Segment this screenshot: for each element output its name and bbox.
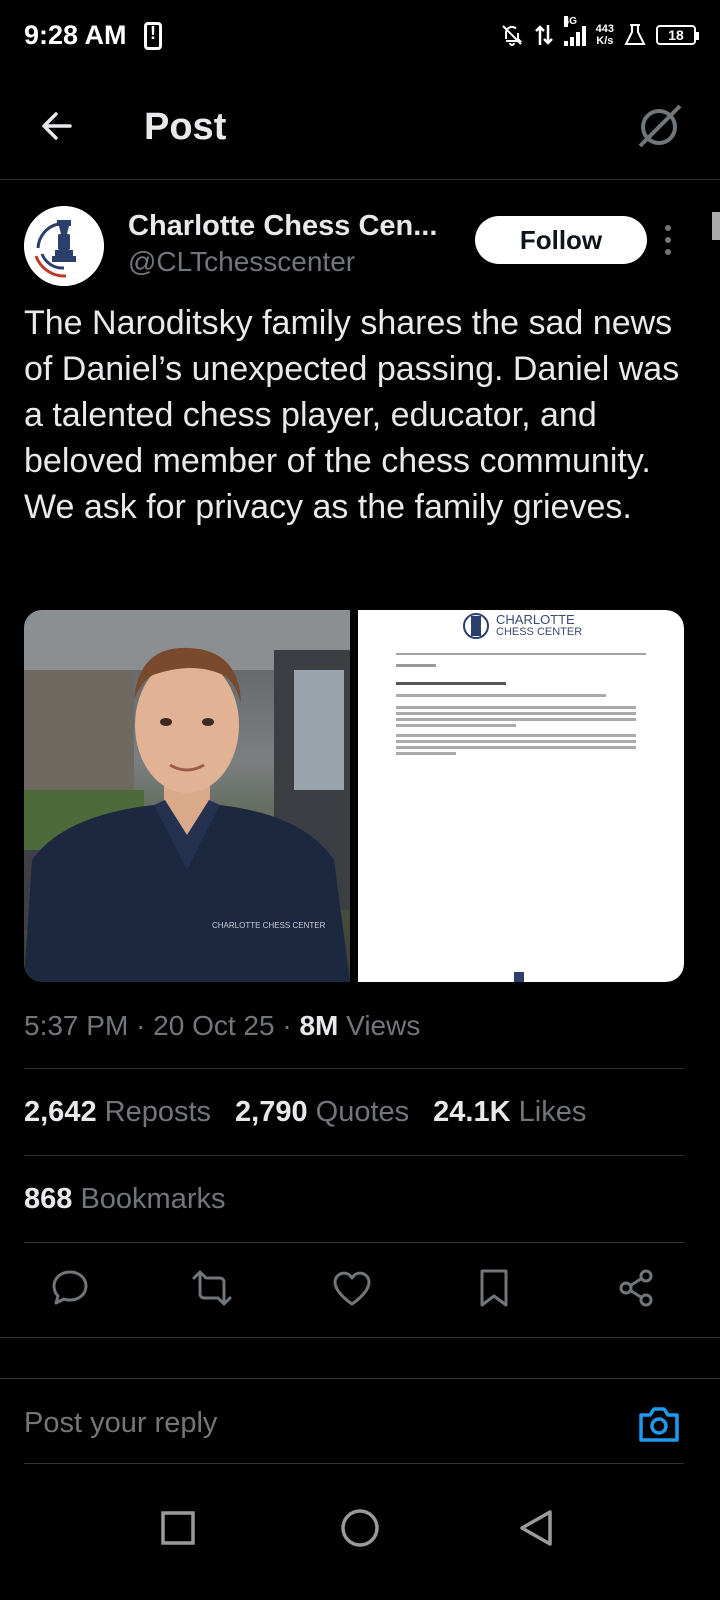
data-transfer-icon: [534, 25, 553, 45]
nav-back-icon[interactable]: [514, 1504, 562, 1552]
meta-separator: ·: [136, 1010, 146, 1041]
reposts-label: Reposts: [104, 1096, 212, 1128]
network-type: 4G: [563, 16, 577, 27]
author-name[interactable]: Charlotte Chess Cen...: [128, 210, 448, 243]
post-date[interactable]: 20 Oct 25: [153, 1010, 274, 1041]
post-author: Charlotte Chess Cen... @CLTchesscenter F…: [24, 204, 696, 294]
system-nav-bar: [0, 1470, 720, 1600]
bookmarks-count: 868: [24, 1183, 73, 1215]
camera-icon[interactable]: [638, 1405, 680, 1443]
likes-label: Likes: [518, 1096, 587, 1128]
divider: [0, 1337, 720, 1338]
page-title: Post: [144, 106, 227, 148]
document-logo-line1: CHARLOTTE: [496, 612, 575, 627]
nav-recents-icon[interactable]: [154, 1504, 202, 1552]
quotes-count: 2,790: [235, 1096, 308, 1128]
shirt-logo-text: CHARLOTTE CHESS CENTER: [212, 921, 326, 930]
network-speed-value: 443: [595, 23, 614, 35]
network-speed: 443 K/s: [596, 23, 614, 47]
document-illustration: [396, 613, 646, 982]
divider: [24, 1242, 684, 1243]
more-vertical-icon[interactable]: [656, 222, 680, 258]
post-metadata: 5:37 PM · 20 Oct 25 · 8M Views: [24, 1010, 420, 1042]
nav-home-icon[interactable]: [336, 1504, 384, 1552]
reposts-count: 2,642: [24, 1096, 97, 1128]
status-icons: 4G 443 K/s 18: [500, 16, 699, 52]
status-bar: 9:28 AM 4G 443 K/s 18: [0, 0, 720, 72]
portrait-illustration: CHARLOTTE CHESS CENTER: [24, 610, 350, 982]
status-time: 9:28 AM: [24, 20, 127, 50]
post-media[interactable]: CHARLOTTE CHESS CENTER CHARLOTTE CHESS C…: [24, 610, 684, 982]
bookmark-icon[interactable]: [472, 1266, 516, 1310]
views-label: Views: [346, 1010, 421, 1041]
document-logo: CHARLOTTE CHESS CENTER: [496, 612, 583, 638]
bookmarks-label: Bookmarks: [80, 1183, 226, 1215]
share-icon[interactable]: [614, 1266, 658, 1310]
likes-stat[interactable]: 24.1K Likes: [433, 1096, 586, 1129]
bookmarks-stats: 868 Bookmarks: [24, 1183, 226, 1216]
avatar[interactable]: [24, 206, 104, 286]
signal-icon: 4G: [563, 16, 586, 46]
grok-icon[interactable]: [634, 102, 684, 152]
statement-document[interactable]: CHARLOTTE CHESS CENTER: [358, 610, 684, 982]
like-icon[interactable]: [330, 1266, 374, 1310]
author-handle[interactable]: @CLTchesscenter: [128, 246, 355, 278]
action-bar: [24, 1266, 684, 1316]
battery-icon: 18: [656, 25, 699, 45]
follow-button[interactable]: Follow: [475, 216, 647, 264]
quotes-stat[interactable]: 2,790 Quotes: [235, 1096, 409, 1129]
reposts-stat[interactable]: 2,642 Reposts: [24, 1096, 211, 1129]
document-logo-line2: CHESS CENTER: [496, 626, 583, 638]
network-speed-unit: K/s: [596, 35, 614, 47]
mute-bell-icon: [501, 25, 523, 46]
views-count: 8M: [299, 1010, 339, 1041]
meta-separator: ·: [282, 1010, 292, 1041]
post-text: The Naroditsky family shares the sad new…: [24, 304, 680, 526]
divider: [24, 1068, 684, 1069]
likes-count: 24.1K: [433, 1096, 511, 1128]
post-time[interactable]: 5:37 PM: [24, 1010, 128, 1041]
back-arrow-icon[interactable]: [36, 104, 80, 148]
quotes-label: Quotes: [315, 1096, 410, 1128]
chess-logo-icon: [24, 206, 104, 286]
divider: [24, 1155, 684, 1156]
scroll-indicator: [712, 212, 720, 240]
repost-icon[interactable]: [190, 1266, 234, 1310]
bookmarks-stat[interactable]: 868 Bookmarks: [24, 1183, 226, 1216]
reply-icon[interactable]: [48, 1266, 92, 1310]
engagement-stats: 2,642 Reposts 2,790 Quotes 24.1K Likes: [24, 1096, 586, 1129]
divider: [24, 1463, 684, 1464]
flask-icon: [624, 24, 646, 45]
portrait-photo[interactable]: CHARLOTTE CHESS CENTER: [24, 610, 350, 982]
reply-bar: [0, 1378, 720, 1468]
top-bar: Post: [0, 80, 720, 180]
reply-input[interactable]: [24, 1407, 584, 1440]
alert-icon: [144, 22, 162, 50]
